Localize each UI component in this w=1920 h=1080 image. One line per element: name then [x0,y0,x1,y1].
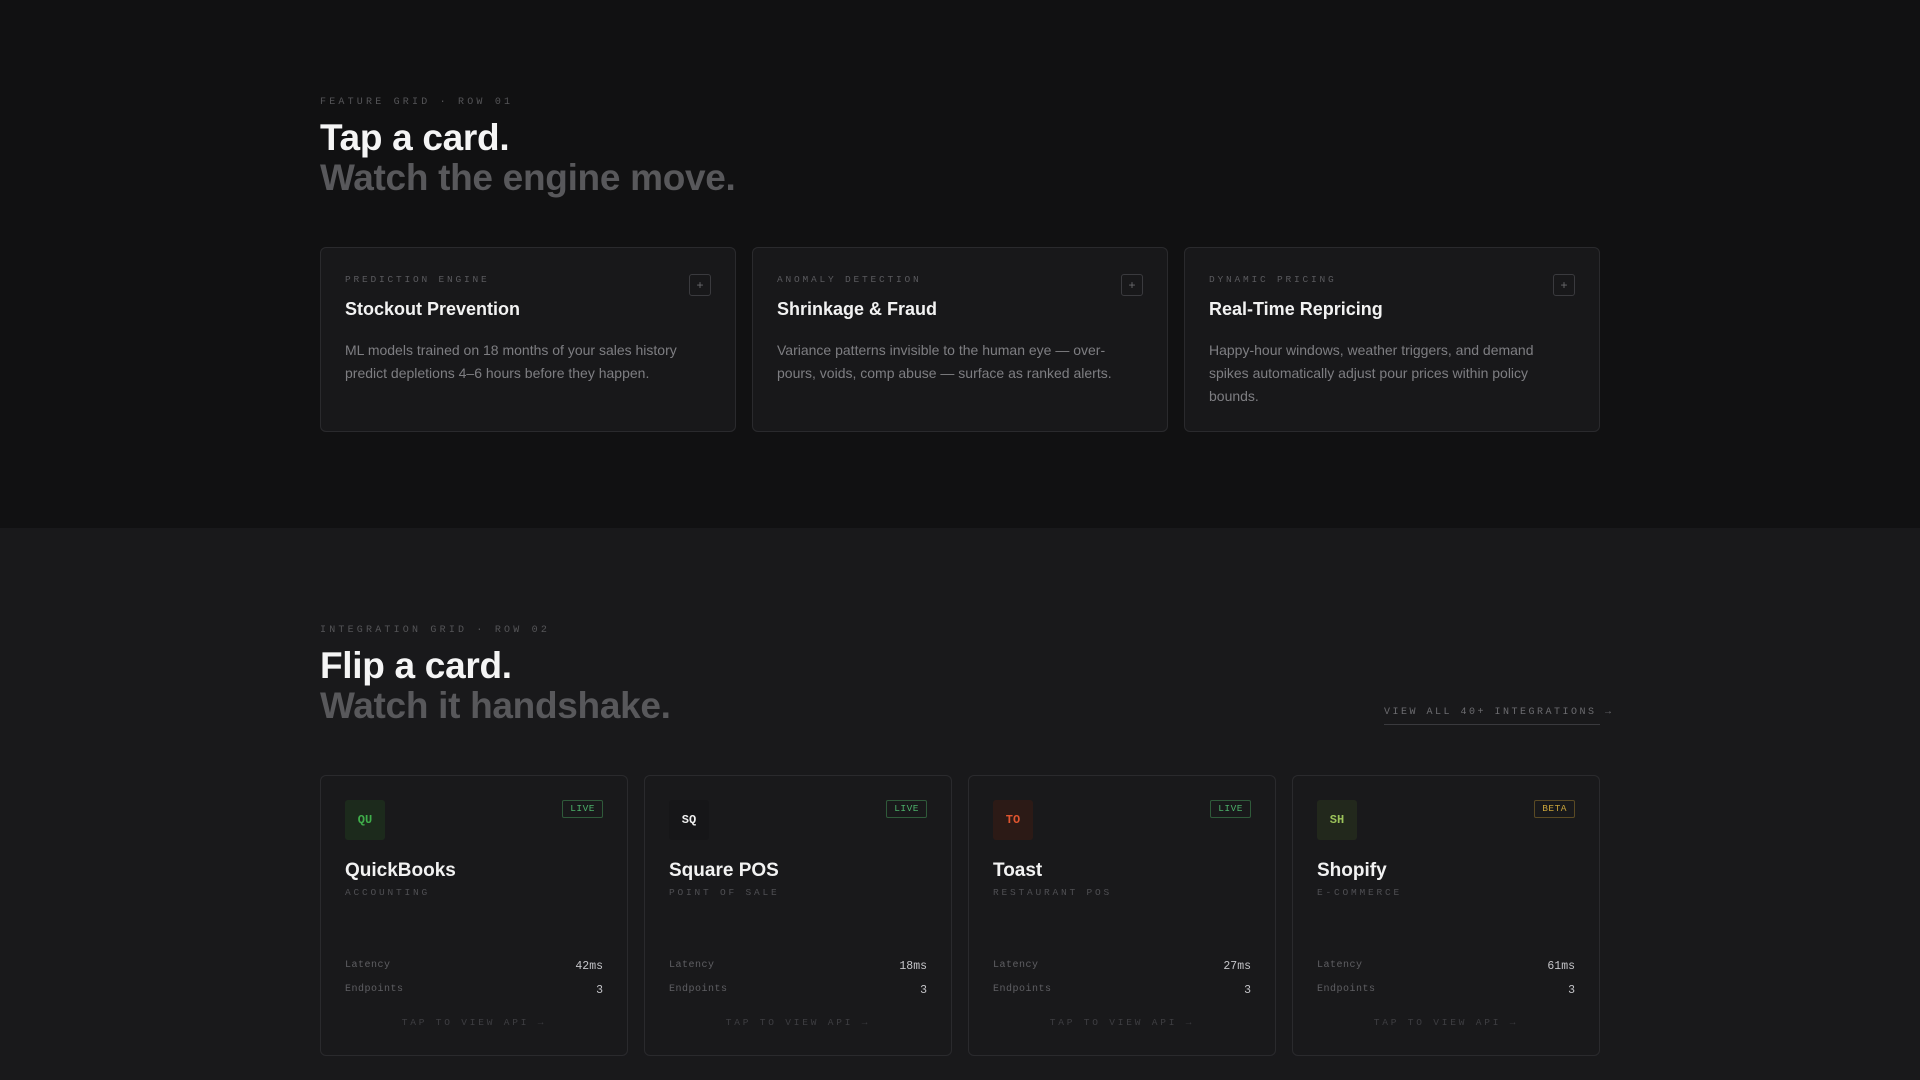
integration-name: Toast [993,860,1043,881]
endpoints-row: Endpoints 3 [1317,984,1575,1000]
feature-card-stockout[interactable]: PREDICTION ENGINE + Stockout Prevention … [320,247,736,432]
latency-value: 61ms [1547,960,1575,973]
feature-card-shrinkage[interactable]: ANOMALY DETECTION + Shrinkage & Fraud Va… [752,247,1168,432]
view-api-cta[interactable]: TAP TO VIEW API → [645,1017,951,1028]
latency-row: Latency 27ms [993,960,1251,976]
view-api-cta[interactable]: TAP TO VIEW API → [1293,1017,1599,1028]
integration-type: POINT OF SALE [669,887,780,898]
feature-grid: PREDICTION ENGINE + Stockout Prevention … [320,247,1600,432]
feature-card-category: PREDICTION ENGINE [345,274,490,285]
integration-card-toast[interactable]: TO LIVE Toast RESTAURANT POS Latency 27m… [968,775,1276,1056]
integration-name: Shopify [1317,860,1387,881]
endpoints-value: 3 [1568,984,1575,997]
integration-grid: QU LIVE QuickBooks ACCOUNTING Latency 42… [320,775,1600,1056]
view-api-cta[interactable]: TAP TO VIEW API → [969,1017,1275,1028]
endpoints-row: Endpoints 3 [345,984,603,1000]
endpoints-row: Endpoints 3 [669,984,927,1000]
feature-eyebrow: FEATURE GRID · ROW 01 [320,97,514,108]
integration-heading-main: Flip a card. [320,645,512,686]
integration-eyebrow: INTEGRATION GRID · ROW 02 [320,625,551,636]
integration-name: QuickBooks [345,860,456,881]
integration-section: INTEGRATION GRID · ROW 02 Flip a card. W… [0,528,1920,1080]
endpoints-label: Endpoints [345,984,404,995]
integration-card-quickbooks[interactable]: QU LIVE QuickBooks ACCOUNTING Latency 42… [320,775,628,1056]
status-badge: LIVE [886,800,927,818]
integration-logo: SH [1317,800,1357,840]
feature-card-title: Shrinkage & Fraud [777,299,938,319]
feature-card-description: ML models trained on 18 months of your s… [345,342,677,381]
latency-row: Latency 18ms [669,960,927,976]
feature-section: FEATURE GRID · ROW 01 Tap a card. Watch … [0,0,1920,528]
endpoints-value: 3 [920,984,927,997]
feature-card-title: Real-Time Repricing [1209,299,1383,319]
status-badge: LIVE [562,800,603,818]
status-badge: BETA [1534,800,1575,818]
view-all-integrations-link[interactable]: VIEW ALL 40+ INTEGRATIONS → [1384,707,1611,725]
latency-row: Latency 61ms [1317,960,1575,976]
integration-type: E-COMMERCE [1317,887,1403,898]
feature-card-category: ANOMALY DETECTION [777,274,922,285]
integration-logo: QU [345,800,385,840]
view-api-cta[interactable]: TAP TO VIEW API → [321,1017,627,1028]
endpoints-value: 3 [596,984,603,997]
latency-label: Latency [669,960,715,971]
feature-card-description: Variance patterns invisible to the human… [777,342,1112,381]
feature-header: FEATURE GRID · ROW 01 [320,97,1600,108]
feature-heading: Tap a card. Watch the engine move. [320,118,1600,198]
latency-value: 18ms [899,960,927,973]
integration-name: Square POS [669,860,779,881]
latency-label: Latency [1317,960,1363,971]
status-badge: LIVE [1210,800,1251,818]
integration-logo: SQ [669,800,709,840]
endpoints-label: Endpoints [993,984,1052,995]
feature-card-repricing[interactable]: DYNAMIC PRICING + Real-Time Repricing Ha… [1184,247,1600,432]
integration-logo: TO [993,800,1033,840]
endpoints-label: Endpoints [669,984,728,995]
integration-card-shopify[interactable]: SH BETA Shopify E-COMMERCE Latency 61ms … [1292,775,1600,1056]
integration-card-square-pos[interactable]: SQ LIVE Square POS POINT OF SALE Latency… [644,775,952,1056]
endpoints-row: Endpoints 3 [993,984,1251,1000]
feature-card-title: Stockout Prevention [345,299,521,319]
latency-value: 42ms [575,960,603,973]
latency-value: 27ms [1223,960,1251,973]
integration-header: INTEGRATION GRID · ROW 02 [320,625,1600,636]
integration-type: ACCOUNTING [345,887,431,898]
expand-plus-icon[interactable]: + [689,274,711,296]
latency-label: Latency [345,960,391,971]
feature-card-description: Happy-hour windows, weather triggers, an… [1209,342,1534,404]
latency-row: Latency 42ms [345,960,603,976]
expand-plus-icon[interactable]: + [1553,274,1575,296]
integration-type: RESTAURANT POS [993,887,1113,898]
feature-heading-main: Tap a card. [320,117,510,158]
feature-heading-sub: Watch the engine move. [320,157,736,198]
endpoints-value: 3 [1244,984,1251,997]
expand-plus-icon[interactable]: + [1121,274,1143,296]
endpoints-label: Endpoints [1317,984,1376,995]
latency-label: Latency [993,960,1039,971]
feature-card-category: DYNAMIC PRICING [1209,274,1337,285]
